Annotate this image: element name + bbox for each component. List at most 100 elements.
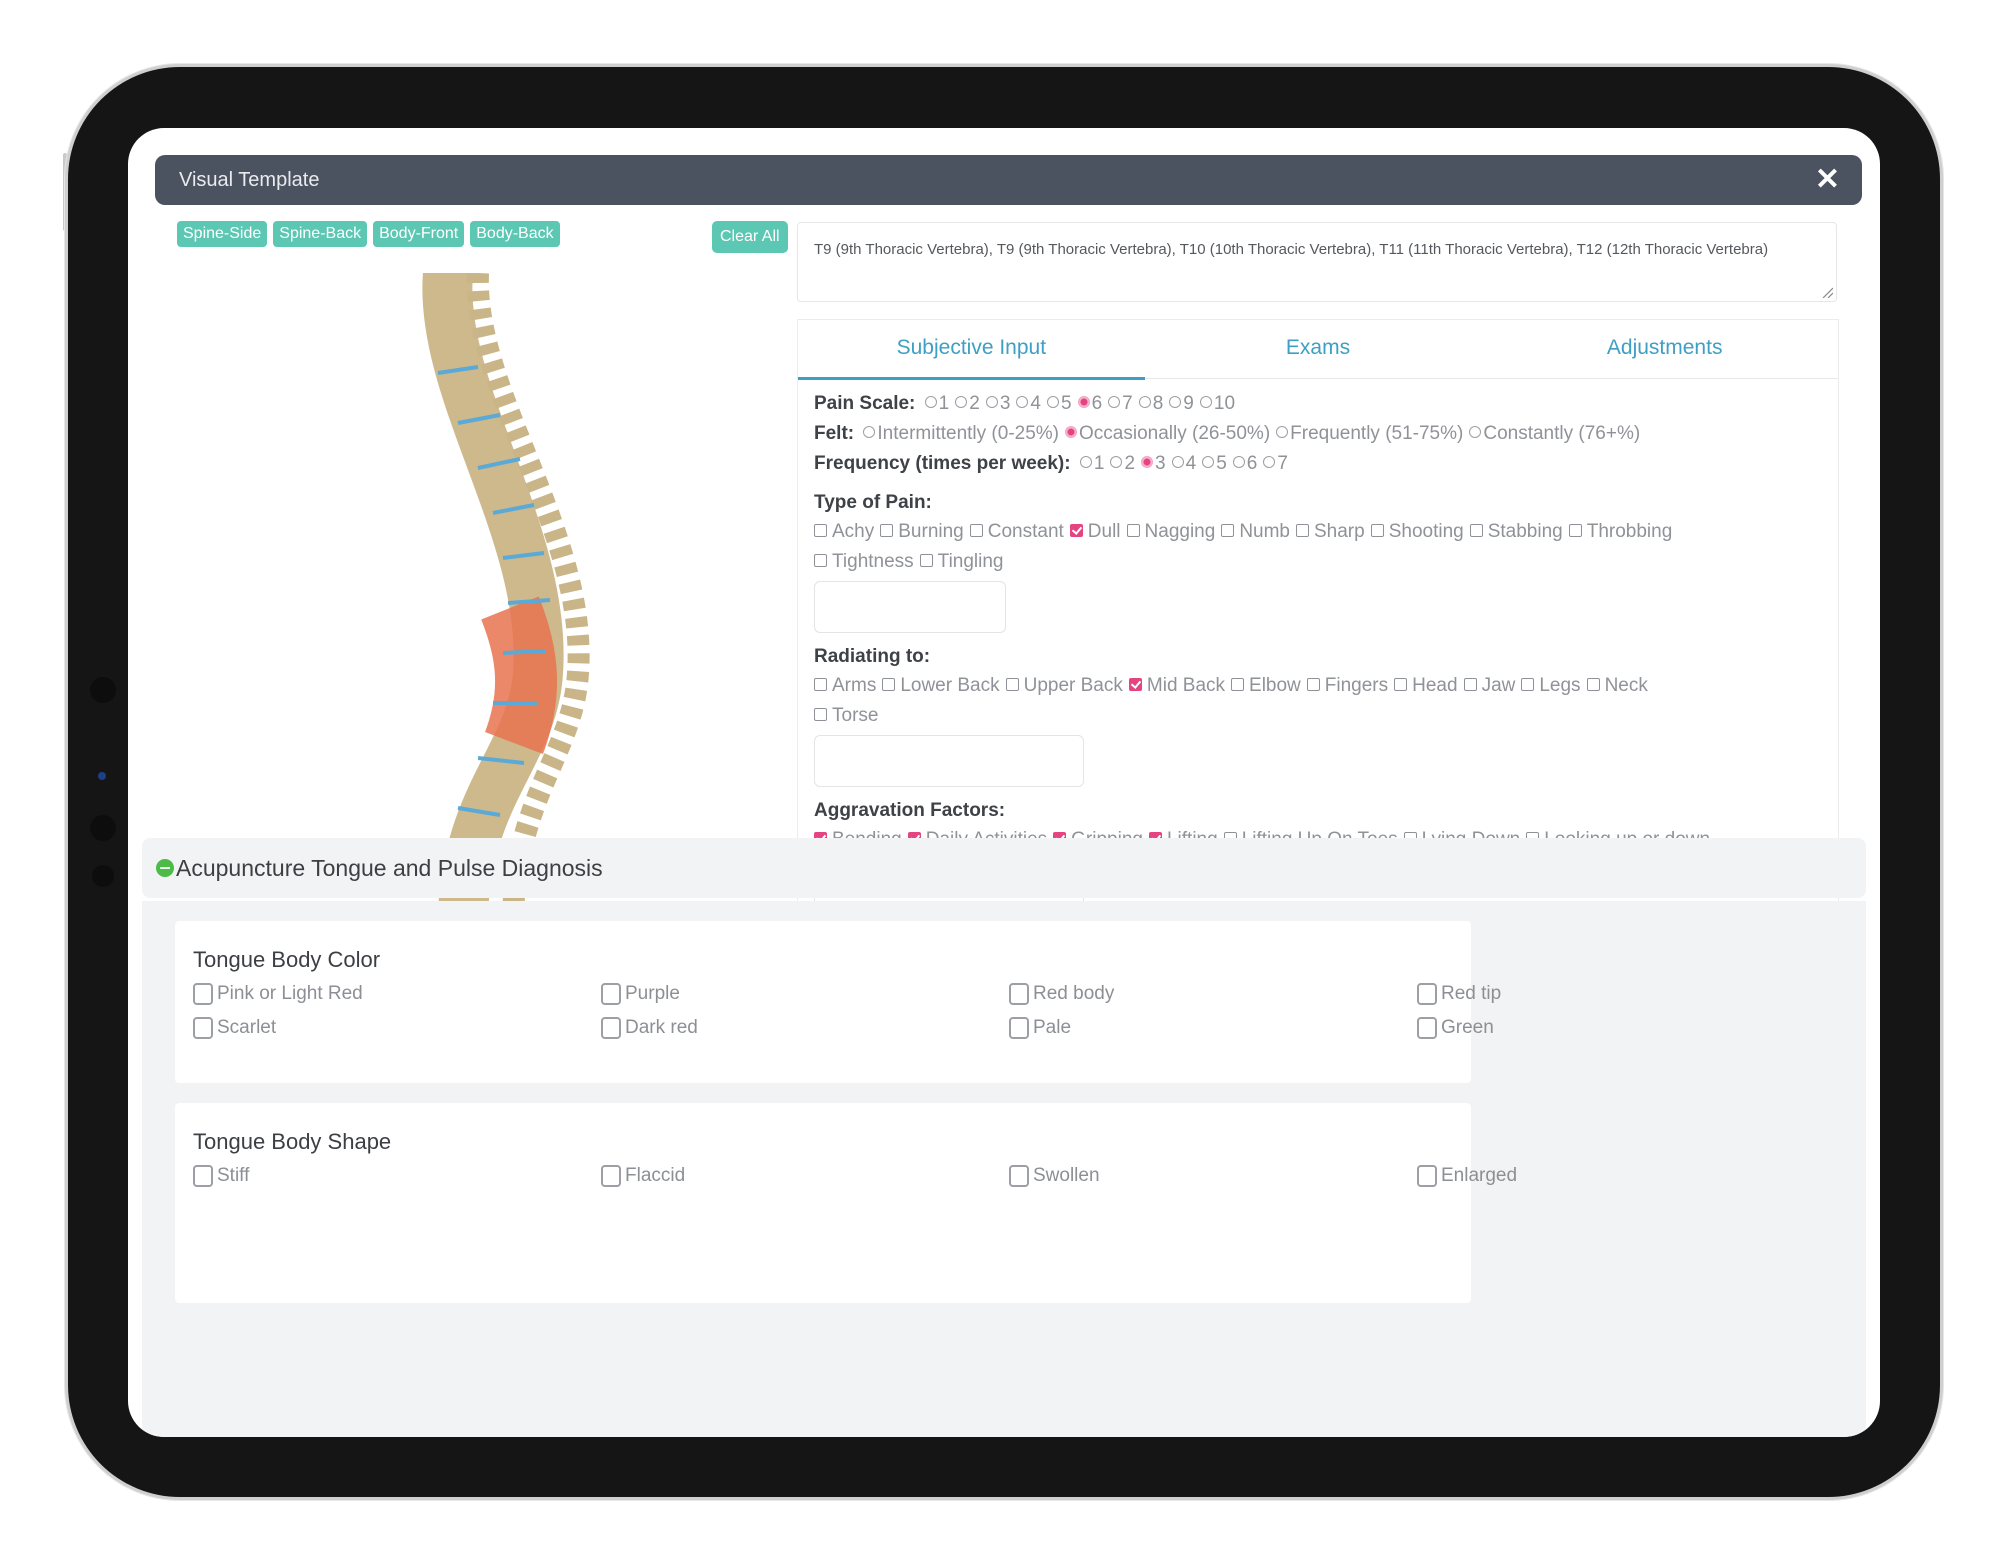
radio-button[interactable] [985,396,998,408]
checkbox[interactable] [1586,678,1600,691]
radiating-to-option-jaw[interactable]: Jaw [1463,671,1515,701]
checkbox[interactable] [1126,524,1140,537]
checkbox[interactable] [1463,678,1477,691]
felt-option-constantly-76[interactable]: Constantly (76+%) [1465,419,1640,449]
radio-button[interactable] [1263,456,1276,468]
pain-scale-option-7[interactable]: 7 [1104,389,1133,419]
pain-scale-option-5[interactable]: 5 [1043,389,1072,419]
highlighted-vertebrae-t9-t12[interactable] [481,596,558,755]
type-of-pain-option-throbbing[interactable]: Throbbing [1568,517,1672,547]
type-of-pain-option-constant[interactable]: Constant [969,517,1064,547]
checkbox[interactable] [601,1165,621,1187]
tongue-option-green[interactable]: Green [1417,1017,1825,1039]
felt-option-intermittently-0-25[interactable]: Intermittently (0-25%) [859,419,1059,449]
checkbox[interactable] [1394,678,1408,691]
tongue-option-red-body[interactable]: Red body [1009,983,1417,1005]
type-of-pain-option-dull[interactable]: Dull [1069,517,1121,547]
radiating-to-option-upper-back[interactable]: Upper Back [1005,671,1123,701]
checkbox[interactable] [969,524,983,537]
tab-subjective-input[interactable]: Subjective Input [798,320,1145,380]
checkbox[interactable] [601,983,621,1005]
radio-button[interactable] [1046,396,1059,408]
radio-button[interactable] [1169,396,1182,408]
checkbox[interactable] [1568,524,1582,537]
checkbox[interactable] [193,983,213,1005]
checkbox[interactable] [1417,983,1437,1005]
checkbox[interactable] [1009,983,1029,1005]
pain-scale-option-9[interactable]: 9 [1165,389,1194,419]
radio-button[interactable] [1065,426,1078,438]
pain-scale-option-4[interactable]: 4 [1012,389,1041,419]
frequency-option-2[interactable]: 2 [1106,449,1135,479]
tongue-option-purple[interactable]: Purple [601,983,1009,1005]
radiating-to-option-lower-back[interactable]: Lower Back [882,671,1000,701]
tab-adjustments[interactable]: Adjustments [1491,320,1838,378]
body-back-button[interactable]: Body-Back [470,221,560,247]
checkbox[interactable] [1306,678,1320,691]
radio-button[interactable] [1108,396,1121,408]
checkbox[interactable] [1128,678,1142,691]
type-of-pain-option-stabbing[interactable]: Stabbing [1469,517,1563,547]
type-of-pain-option-sharp[interactable]: Sharp [1296,517,1365,547]
radio-button[interactable] [1077,396,1090,408]
radio-button[interactable] [1276,426,1289,438]
tongue-option-pink-or-light-red[interactable]: Pink or Light Red [193,983,601,1005]
checkbox[interactable] [882,678,896,691]
radio-button[interactable] [1232,456,1245,468]
radio-button[interactable] [1199,396,1212,408]
checkbox[interactable] [814,708,827,721]
checkbox[interactable] [1069,524,1083,537]
radio-button[interactable] [1110,456,1123,468]
tongue-option-red-tip[interactable]: Red tip [1417,983,1825,1005]
checkbox[interactable] [919,554,933,567]
pain-scale-option-3[interactable]: 3 [982,389,1010,419]
checkbox[interactable] [1005,678,1019,691]
radiating-to-option-elbow[interactable]: Elbow [1231,671,1301,701]
checkbox[interactable] [1231,678,1245,691]
collapse-minus-icon[interactable] [156,859,174,877]
pain-scale-option-1[interactable]: 1 [921,389,949,419]
felt-option-occasionally-26-50[interactable]: Occasionally (26-50%) [1061,419,1270,449]
spine-back-button[interactable]: Spine-Back [273,221,368,247]
type-of-pain-option-numb[interactable]: Numb [1221,517,1290,547]
tongue-option-enlarged[interactable]: Enlarged [1417,1165,1825,1187]
checkbox[interactable] [1296,524,1309,537]
clear-all-button[interactable]: Clear All [712,221,788,253]
pain-scale-option-6[interactable]: 6 [1074,389,1102,419]
frequency-option-6[interactable]: 6 [1229,449,1257,479]
spine-side-button[interactable]: Spine-Side [177,221,268,247]
pain-scale-option-8[interactable]: 8 [1135,389,1163,419]
checkbox[interactable] [814,678,827,691]
checkbox[interactable] [601,1017,621,1039]
radio-button[interactable] [1469,426,1482,438]
tongue-option-stiff[interactable]: Stiff [193,1165,601,1187]
radio-button[interactable] [1202,456,1215,468]
pain-scale-option-2[interactable]: 2 [951,389,980,419]
radiating-to-option-torse[interactable]: Torse [814,701,878,731]
checkbox[interactable] [814,524,827,537]
checkbox[interactable] [1417,1017,1437,1039]
checkbox[interactable] [1469,524,1483,537]
tongue-option-dark-red[interactable]: Dark red [601,1017,1009,1039]
radio-button[interactable] [1141,456,1154,468]
checkbox[interactable] [1417,1165,1437,1187]
type-of-pain-option-burning[interactable]: Burning [880,517,964,547]
radio-button[interactable] [1171,456,1184,468]
radiating-to-option-mid-back[interactable]: Mid Back [1128,671,1225,701]
body-front-button[interactable]: Body-Front [373,221,465,247]
type-of-pain-option-tingling[interactable]: Tingling [919,547,1004,577]
acupuncture-section-header[interactable]: Acupuncture Tongue and Pulse Diagnosis [142,838,1866,898]
radio-button[interactable] [1079,456,1092,468]
radio-button[interactable] [955,396,968,408]
radio-button[interactable] [1016,396,1029,408]
radiating-to-option-head[interactable]: Head [1394,671,1458,701]
frequency-option-1[interactable]: 1 [1076,449,1104,479]
checkbox[interactable] [880,524,894,537]
tongue-option-flaccid[interactable]: Flaccid [601,1165,1009,1187]
checkbox[interactable] [1009,1165,1029,1187]
type-of-pain-option-shooting[interactable]: Shooting [1370,517,1464,547]
selected-vertebrae-textarea[interactable]: T9 (9th Thoracic Vertebra), T9 (9th Thor… [797,222,1837,302]
close-icon[interactable]: ✕ [1815,165,1840,195]
type-of-pain-option-nagging[interactable]: Nagging [1126,517,1215,547]
felt-option-frequently-51-75[interactable]: Frequently (51-75%) [1272,419,1463,449]
